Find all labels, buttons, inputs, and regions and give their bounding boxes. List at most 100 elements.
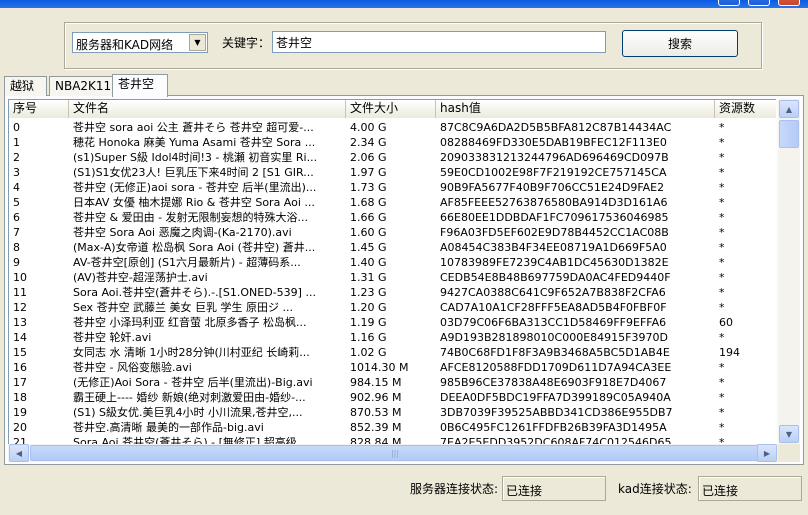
cell-filename: 穂花 Honoka 麻美 Yuma Asami 苍井空 Sora ... — [73, 136, 316, 149]
table-row[interactable]: 5 日本AV 女優 柚木提娜 Rio & 苍井空 Sora Aoi ... 1.68… — [9, 195, 776, 210]
cell-index: 10 — [13, 271, 27, 284]
cell-sources: * — [719, 301, 725, 314]
cell-filename: (s1)Super S級 Idol4时间!3 - 桃瀬 初音实里 Ri... — [73, 151, 318, 164]
title-bar — [0, 0, 808, 8]
cell-hash: 7EA2E5EDD3952DC608AF74C012546D65 — [440, 436, 672, 444]
cell-filesize: 828.84 M — [350, 436, 402, 444]
results-list[interactable]: 序号 文件名 文件大小 hash值 资源数 0 苍井空 sora aoi 公主 蒼… — [8, 99, 776, 444]
table-row[interactable]: 2 (s1)Super S級 Idol4时间!3 - 桃瀬 初音实里 Ri... 2… — [9, 150, 776, 165]
table-row[interactable]: 18 霸王硬上---- 婚纱 新娘(绝对刺激爱田由-婚纱-... 902.96 M D… — [9, 390, 776, 405]
cell-filename: 苍井空 小泽玛利亚 红音萤 北原多香子 松岛枫... — [73, 316, 307, 329]
cell-index: 4 — [13, 181, 20, 194]
cell-filename: (无修正)Aoi Sora - 苍井空 后半(里流出)-Big.avi — [73, 376, 313, 389]
maximize-button[interactable] — [748, 0, 770, 6]
table-row[interactable]: 0 苍井空 sora aoi 公主 蒼井そら 苍井空 超可爱-... 4.00 G 8… — [9, 120, 776, 135]
search-button[interactable]: 搜索 — [622, 30, 738, 57]
network-select[interactable]: 服务器和KAD网络 ▼ — [72, 32, 208, 53]
table-row[interactable]: 14 苍井空 轮奸.avi 1.16 G A9D193B281898010C000E8… — [9, 330, 776, 345]
cell-hash: 03D79C06F6BA313CC1D58469FF9EFFA6 — [440, 316, 667, 329]
table-row[interactable]: 1 穂花 Honoka 麻美 Yuma Asami 苍井空 Sora ... 2.3… — [9, 135, 776, 150]
cell-filename: 苍井空 sora aoi 公主 蒼井そら 苍井空 超可爱-... — [73, 121, 314, 134]
tab-yueyu[interactable]: 越狱 — [4, 76, 47, 96]
cell-filesize: 1.19 G — [350, 316, 387, 329]
table-row[interactable]: 9 AV-苍井空[原创] (S1六月最新片) - 超薄码系... 1.40 G 107… — [9, 255, 776, 270]
cell-sources: * — [719, 421, 725, 434]
table-row[interactable]: 6 苍井空 & 爱田由 - 发射无限制妄想的特殊大浴... 1.66 G 66E80E… — [9, 210, 776, 225]
table-row[interactable]: 17 (无修正)Aoi Sora - 苍井空 后半(里流出)-Big.avi 984… — [9, 375, 776, 390]
cell-filesize: 1.40 G — [350, 256, 387, 269]
cell-filesize: 1.97 G — [350, 166, 387, 179]
cell-hash: F96A03FD5EF602E9D78B4452CC1AC08B — [440, 226, 669, 239]
table-row[interactable]: 15 女同志 水 清晰 1小时28分钟(川村亚纪 长崎莉... 1.02 G 74B0… — [9, 345, 776, 360]
column-header-filename[interactable]: 文件名 — [69, 100, 346, 118]
cell-filename: (S1) S級女优.美巨乳4小时 小川流果,苍井空,... — [73, 406, 303, 419]
cell-filename: 苍井空 轮奸.avi — [73, 331, 152, 344]
table-row[interactable]: 3 (S1)S1女优23人! 巨乳压下来4时间 2 [S1 GIR... 1.97 … — [9, 165, 776, 180]
cell-index: 12 — [13, 301, 27, 314]
table-row[interactable]: 10 (AV)苍井空-超淫荡护士.avi 1.31 G CEDB54E8B48B697… — [9, 270, 776, 285]
cell-sources: * — [719, 361, 725, 374]
cell-index: 14 — [13, 331, 27, 344]
cell-index: 1 — [13, 136, 20, 149]
cell-hash: AFCE8120588FDD1709D611D7A94CA3EE — [440, 361, 672, 374]
cell-filename: (AV)苍井空-超淫荡护士.avi — [73, 271, 208, 284]
cell-filesize: 1014.30 M — [350, 361, 409, 374]
cell-index: 18 — [13, 391, 27, 404]
table-row[interactable]: 20 苍井空.高清晰 最美的一部作品-big.avi 852.39 M 0B6C495… — [9, 420, 776, 435]
cell-sources: * — [719, 256, 725, 269]
cell-hash: DEEA0DF5BDC19FFA7D399189C05A940A — [440, 391, 671, 404]
cell-filesize: 1.60 G — [350, 226, 387, 239]
vertical-scrollbar[interactable]: ▲ ▼ — [778, 99, 800, 444]
cell-hash: 08288469FD330E5DAB19BFEC12F113E0 — [440, 136, 667, 149]
cell-sources: * — [719, 211, 725, 224]
table-row[interactable]: 16 苍井空 - 风俗变態验.avi 1014.30 M AFCE8120588FDD… — [9, 360, 776, 375]
scrollbar-corner — [778, 444, 800, 462]
table-row[interactable]: 12 Sex 苍井空 武藤兰 美女 巨乳 学生 原田ジ ... 1.20 G CAD7… — [9, 300, 776, 315]
keyword-input[interactable] — [272, 31, 606, 53]
table-row[interactable]: 7 苍井空 Sora Aoi 恶魔之肉调-(Ka-2170).avi 1.60 G F… — [9, 225, 776, 240]
cell-index: 16 — [13, 361, 27, 374]
cell-sources: * — [719, 271, 725, 284]
column-header-filesize[interactable]: 文件大小 — [346, 100, 436, 118]
tab-nba2k11[interactable]: NBA2K11 — [49, 76, 113, 96]
table-row[interactable]: 8 (Max-A)女帝道 松岛枫 Sora Aoi (苍井空) 蒼井... 1.45… — [9, 240, 776, 255]
cell-index: 19 — [13, 406, 27, 419]
close-button[interactable] — [778, 0, 800, 6]
scroll-left-button[interactable]: ◀ — [9, 444, 29, 462]
column-header-hash[interactable]: hash值 — [436, 100, 715, 118]
scroll-right-button[interactable]: ▶ — [757, 444, 777, 462]
cell-hash: 74B0C68FD1F8F3A9B3468A5BC5D1AB4E — [440, 346, 670, 359]
list-rows: 0 苍井空 sora aoi 公主 蒼井そら 苍井空 超可爱-... 4.00 G 8… — [9, 120, 776, 444]
column-header-index[interactable]: 序号 — [9, 100, 69, 118]
table-row[interactable]: 13 苍井空 小泽玛利亚 红音萤 北原多香子 松岛枫... 1.19 G 03D79C… — [9, 315, 776, 330]
cell-index: 11 — [13, 286, 27, 299]
minimize-button[interactable] — [718, 0, 740, 6]
cell-hash: 10783989FE7239C4AB1DC45630D1382E — [440, 256, 669, 269]
cell-hash: CAD7A10A1CF28FFF5EA8AD5B4F0FBF0F — [440, 301, 667, 314]
cell-sources: * — [719, 121, 725, 134]
table-row[interactable]: 4 苍井空 (无修正)aoi sora - 苍井空 后半(里流出)... 1.73 … — [9, 180, 776, 195]
cell-hash: A08454C383B4F34EE08719A1D669F5A0 — [440, 241, 667, 254]
scroll-down-button[interactable]: ▼ — [779, 425, 799, 443]
scroll-up-button[interactable]: ▲ — [779, 100, 799, 118]
cell-filesize: 1.23 G — [350, 286, 387, 299]
cell-filename: 女同志 水 清晰 1小时28分钟(川村亚纪 长崎莉... — [73, 346, 310, 359]
server-status-label: 服务器连接状态: — [410, 482, 499, 496]
cell-filesize: 4.00 G — [350, 121, 387, 134]
cell-hash: 9427CA0388C641C9F652A7B838F2CFA6 — [440, 286, 666, 299]
table-row[interactable]: 19 (S1) S級女优.美巨乳4小时 小川流果,苍井空,... 870.53 M 3… — [9, 405, 776, 420]
tab-cangjingkong[interactable]: 苍井空 — [112, 74, 168, 97]
cell-index: 3 — [13, 166, 20, 179]
cell-hash: 985B96CE37838A48E6903F918E7D4067 — [440, 376, 667, 389]
table-row[interactable]: 11 Sora Aoi.苍井空(蒼井そら).-.[S1.ONED-539] ...… — [9, 285, 776, 300]
cell-filesize: 984.15 M — [350, 376, 402, 389]
table-row[interactable]: 21 Sora Aoi 苍井空(蒼井そら) - [無修正] 超高级... 828.8… — [9, 435, 776, 444]
chevron-down-icon[interactable]: ▼ — [189, 34, 206, 51]
horizontal-scroll-thumb[interactable]: ||| — [30, 445, 760, 461]
cell-index: 15 — [13, 346, 27, 359]
vertical-scroll-thumb[interactable] — [779, 120, 799, 148]
cell-filesize: 1.66 G — [350, 211, 387, 224]
column-header-sources[interactable]: 资源数 — [715, 100, 776, 118]
horizontal-scrollbar[interactable]: ◀ ||| ▶ — [8, 444, 778, 462]
cell-filename: Sora Aoi 苍井空(蒼井そら) - [無修正] 超高级... — [73, 436, 308, 444]
